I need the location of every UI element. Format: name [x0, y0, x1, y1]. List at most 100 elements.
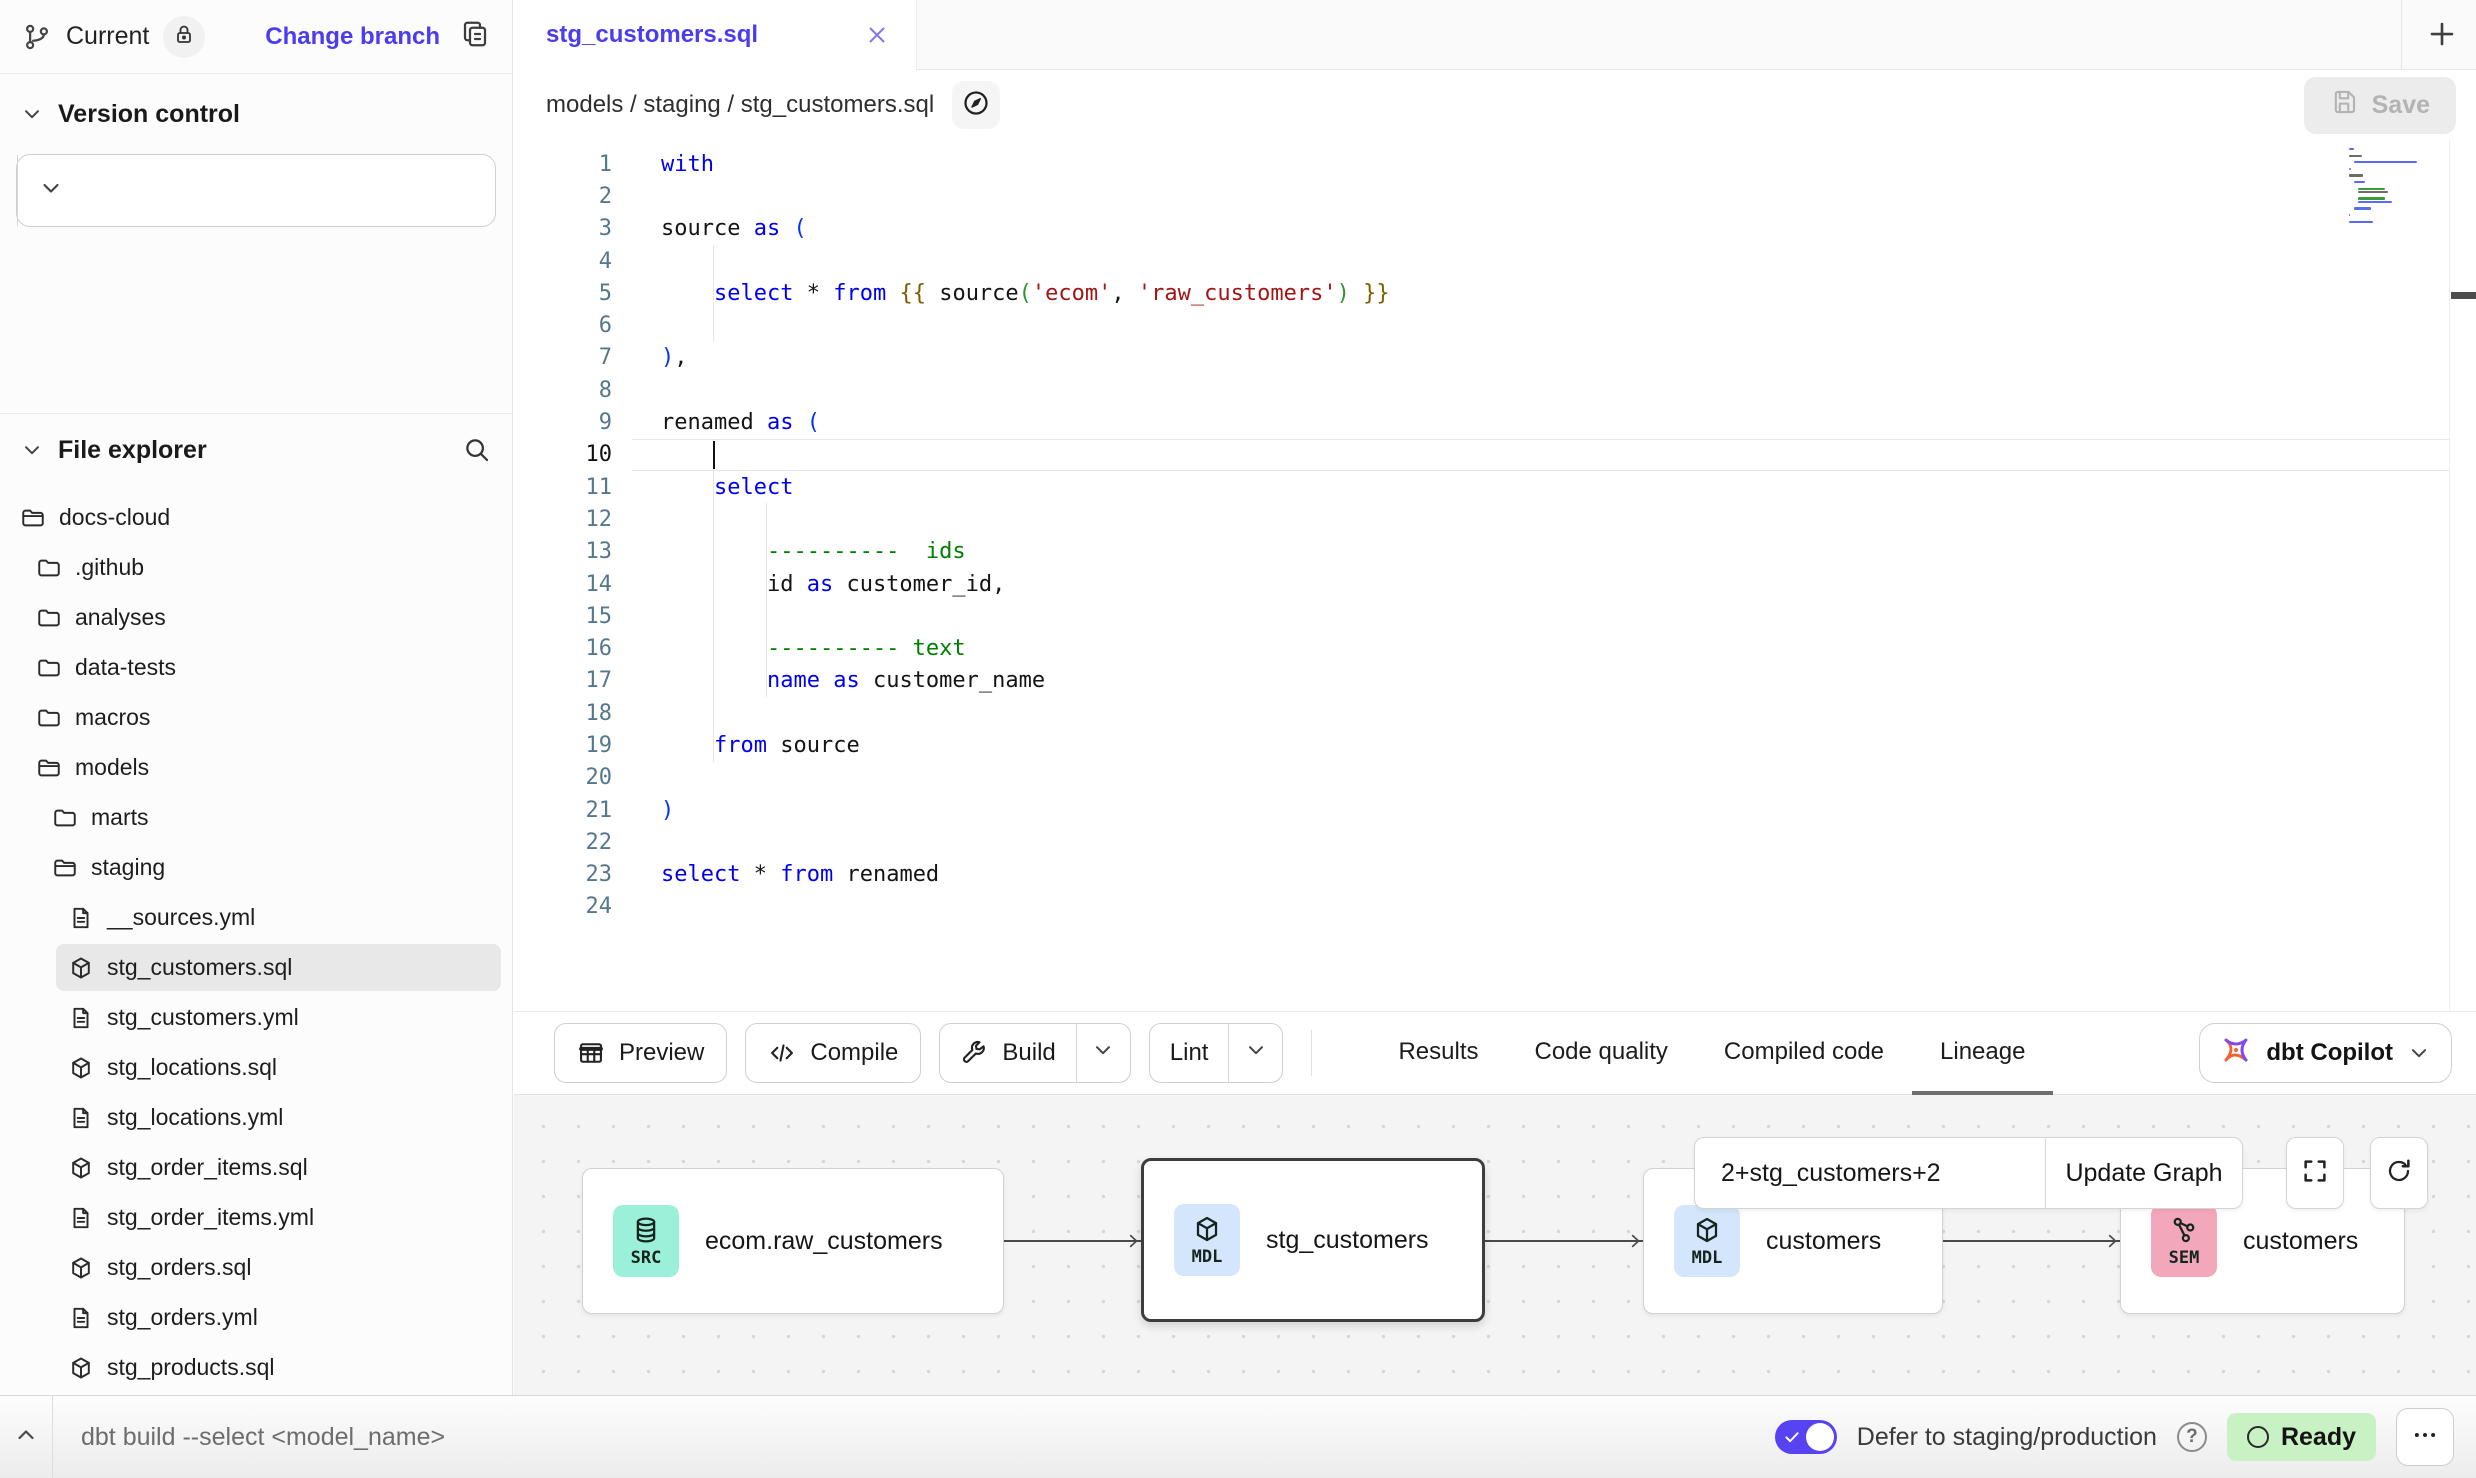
lineage-selector-input[interactable]: 2+stg_customers+2: [1695, 1138, 2045, 1208]
build-button[interactable]: Build: [939, 1023, 1130, 1083]
scrollbar-indicator[interactable]: [2451, 292, 2476, 299]
line-number: 9: [514, 410, 626, 435]
tab-code-quality[interactable]: Code quality: [1507, 1012, 1696, 1095]
line-number: 7: [514, 345, 626, 370]
explore-compass-button[interactable]: [952, 81, 1000, 129]
lint-button[interactable]: Lint: [1149, 1023, 1284, 1083]
save-button[interactable]: Save: [2304, 77, 2456, 134]
lineage-edge: [1485, 1240, 1643, 1242]
lint-dropdown[interactable]: [1228, 1024, 1282, 1082]
tab-stg-customers-sql[interactable]: stg_customers.sql: [514, 0, 917, 70]
copy-icon[interactable]: [460, 19, 490, 54]
preview-button[interactable]: Preview: [554, 1023, 727, 1083]
tree-item-marts[interactable]: marts: [40, 794, 501, 841]
code-line-17[interactable]: 17 name as customer_name: [514, 665, 2476, 697]
tab-results[interactable]: Results: [1370, 1012, 1506, 1095]
change-branch-link[interactable]: Change branch: [265, 23, 440, 51]
code-text: ),: [661, 345, 688, 370]
editor-lines: 1with23source as (45 select * from {{ so…: [514, 140, 2476, 1011]
chevron-down-icon: [2407, 1041, 2431, 1065]
minimap[interactable]: [2349, 148, 2445, 227]
toggle-knob: [1806, 1423, 1834, 1451]
code-line-3[interactable]: 3source as (: [514, 213, 2476, 245]
tree-item-stg-locations-sql[interactable]: stg_locations.sql: [56, 1044, 501, 1091]
defer-toggle[interactable]: [1775, 1420, 1837, 1454]
tree-item-docs-cloud[interactable]: docs-cloud: [8, 494, 501, 541]
create-branch-button[interactable]: Create branch: [16, 154, 496, 227]
code-line-11[interactable]: 11 select: [514, 471, 2476, 503]
code-line-4[interactable]: 4: [514, 245, 2476, 277]
code-line-19[interactable]: 19 from source: [514, 729, 2476, 761]
lineage-node-ecom-raw-customers[interactable]: SRCecom.raw_customers: [582, 1168, 1004, 1314]
code-line-16[interactable]: 16 ---------- text: [514, 632, 2476, 664]
breadcrumb: models / staging / stg_customers.sql: [546, 91, 934, 119]
code-line-7[interactable]: 7),: [514, 342, 2476, 374]
update-graph-button[interactable]: Update Graph: [2045, 1138, 2242, 1208]
tree-item-stg-orders-sql[interactable]: stg_orders.sql: [56, 1244, 501, 1291]
code-line-10[interactable]: 10: [514, 439, 2476, 471]
code-line-5[interactable]: 5 select * from {{ source('ecom', 'raw_c…: [514, 277, 2476, 309]
new-tab-button[interactable]: [2420, 14, 2464, 58]
line-number: 5: [514, 281, 626, 306]
code-line-9[interactable]: 9renamed as (: [514, 406, 2476, 438]
tree-item-stg-products-sql[interactable]: stg_products.sql: [56, 1344, 501, 1391]
divider: [1311, 1030, 1312, 1076]
tree-item-stg-order-items-sql[interactable]: stg_order_items.sql: [56, 1144, 501, 1191]
code-line-13[interactable]: 13 ---------- ids: [514, 536, 2476, 568]
tree-item-stg-customers-yml[interactable]: stg_customers.yml: [56, 994, 501, 1041]
code-line-22[interactable]: 22: [514, 826, 2476, 858]
tree-item-stg-customers-sql[interactable]: stg_customers.sql: [56, 944, 501, 991]
tree-item-macros[interactable]: macros: [24, 694, 501, 741]
version-control-section-header[interactable]: Version control: [0, 92, 512, 136]
code-line-6[interactable]: 6: [514, 309, 2476, 341]
code-line-12[interactable]: 12: [514, 503, 2476, 535]
folder-icon: [36, 555, 62, 581]
code-line-1[interactable]: 1with: [514, 148, 2476, 180]
create-branch-dropdown[interactable]: [17, 155, 83, 226]
tab-lineage[interactable]: Lineage: [1912, 1012, 2053, 1095]
code-line-20[interactable]: 20: [514, 762, 2476, 794]
code-text: from source: [661, 733, 860, 758]
tree-item-stg-order-items-yml[interactable]: stg_order_items.yml: [56, 1194, 501, 1241]
code-line-15[interactable]: 15: [514, 600, 2476, 632]
file-explorer-section-header[interactable]: File explorer: [0, 427, 512, 473]
tree-item-data-tests[interactable]: data-tests: [24, 644, 501, 691]
tree-item-models[interactable]: models: [24, 744, 501, 791]
tree-item-staging[interactable]: staging: [40, 844, 501, 891]
code-line-24[interactable]: 24: [514, 891, 2476, 923]
folder-icon: [36, 705, 62, 731]
code-line-14[interactable]: 14 id as customer_id,: [514, 568, 2476, 600]
node-type-badge: MDL: [1674, 1205, 1740, 1277]
lineage-node-stg-customers[interactable]: MDLstg_customers: [1141, 1158, 1485, 1322]
collapse-panel-button[interactable]: [0, 1396, 53, 1478]
code-line-2[interactable]: 2: [514, 180, 2476, 212]
fullscreen-button[interactable]: [2286, 1137, 2344, 1209]
tree-item-label: staging: [91, 854, 165, 881]
refresh-button[interactable]: [2370, 1137, 2428, 1209]
close-icon[interactable]: [864, 22, 890, 48]
code-line-18[interactable]: 18: [514, 697, 2476, 729]
breadcrumb-row: models / staging / stg_customers.sql Sav…: [514, 70, 2476, 140]
chevron-down-icon: [20, 438, 44, 462]
tree-item-stg-locations-yml[interactable]: stg_locations.yml: [56, 1094, 501, 1141]
code-editor[interactable]: 1with23source as (45 select * from {{ so…: [514, 140, 2476, 1011]
lineage-edge: [1004, 1240, 1141, 1242]
code-line-21[interactable]: 21): [514, 794, 2476, 826]
status-badge: Ready: [2227, 1413, 2376, 1461]
code-line-8[interactable]: 8: [514, 374, 2476, 406]
tab-compiled-code[interactable]: Compiled code: [1696, 1012, 1912, 1095]
search-icon[interactable]: [462, 435, 492, 465]
command-input[interactable]: dbt build --select <model_name>: [81, 1423, 445, 1452]
help-icon[interactable]: ?: [2177, 1422, 2207, 1452]
tree-item-analyses[interactable]: analyses: [24, 594, 501, 641]
line-number: 3: [514, 216, 626, 241]
code-line-23[interactable]: 23select * from renamed: [514, 859, 2476, 891]
tree-item-stg-orders-yml[interactable]: stg_orders.yml: [56, 1294, 501, 1341]
tree-item--github[interactable]: .github: [24, 544, 501, 591]
line-number: 19: [514, 733, 626, 758]
compile-button[interactable]: Compile: [745, 1023, 921, 1083]
more-options-button[interactable]: [2396, 1408, 2454, 1466]
tree-item--sources-yml[interactable]: __sources.yml: [56, 894, 501, 941]
dbt-copilot-button[interactable]: dbt Copilot: [2199, 1023, 2452, 1083]
build-dropdown[interactable]: [1076, 1024, 1130, 1082]
